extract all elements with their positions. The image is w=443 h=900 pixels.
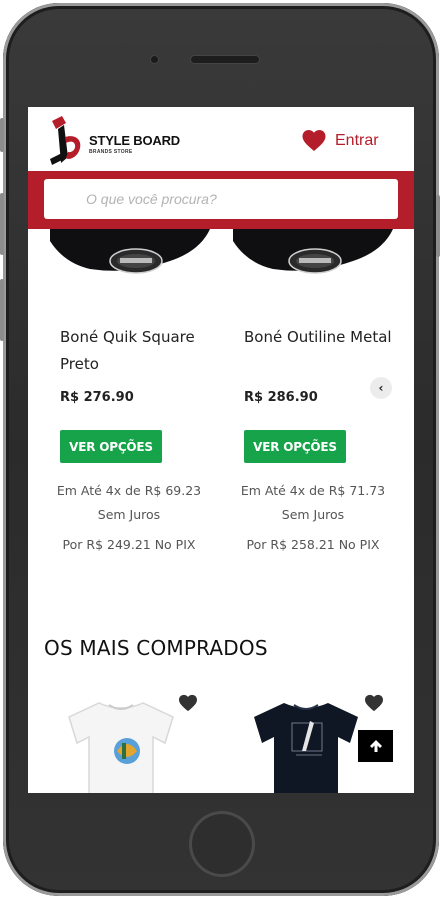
product-name[interactable]: Boné Quik Square Preto: [60, 324, 210, 378]
login-label: Entrar: [335, 131, 379, 149]
camera-icon: [151, 56, 158, 63]
product-image[interactable]: [50, 229, 210, 279]
heart-icon[interactable]: [178, 694, 198, 712]
logo-wordmark: STYLE BOARD: [89, 133, 180, 148]
pix-price: Por R$ 258.21 No PIX: [246, 537, 380, 552]
side-button-volume-up: [0, 193, 4, 255]
t-shirt-icon[interactable]: [61, 699, 181, 793]
search-input[interactable]: [44, 179, 398, 219]
logo-tagline: BRANDS STORE: [89, 149, 133, 155]
login-link[interactable]: Entrar: [301, 129, 379, 152]
phone-screen: STYLE BOARD BRANDS STORE Entrar Boné Qui…: [28, 107, 414, 793]
installments-text: Em Até 4x de R$ 69.23 Sem Juros: [56, 483, 202, 522]
brand-logo[interactable]: STYLE BOARD BRANDS STORE: [48, 113, 188, 167]
carousel-prev-button[interactable]: ‹: [370, 377, 392, 399]
logo-mark-icon: [50, 116, 81, 165]
pix-price: Por R$ 249.21 No PIX: [62, 537, 196, 552]
back-to-top-button[interactable]: [358, 730, 393, 762]
t-shirt-icon[interactable]: [246, 699, 366, 793]
heart-icon[interactable]: [364, 694, 384, 712]
section-title: OS MAIS COMPRADOS: [44, 636, 268, 660]
heart-icon: [302, 130, 326, 151]
arrow-up-icon: [369, 740, 382, 752]
view-options-button[interactable]: VER OPÇÕES: [60, 430, 162, 463]
site-header: STYLE BOARD BRANDS STORE Entrar: [28, 107, 414, 171]
speaker-grille: [191, 56, 259, 63]
view-options-button[interactable]: VER OPÇÕES: [244, 430, 346, 463]
product-price: R$ 276.90: [60, 390, 134, 405]
home-button[interactable]: [189, 811, 255, 877]
installments-text: Em Até 4x de R$ 71.73 Sem Juros: [240, 483, 386, 522]
side-button-power: [436, 195, 440, 257]
product-name[interactable]: Boné Outiline Metal: [244, 324, 394, 351]
product-price: R$ 286.90: [244, 390, 318, 405]
side-button-mute: [0, 118, 4, 152]
product-image[interactable]: [233, 229, 393, 279]
side-button-volume-down: [0, 279, 4, 341]
